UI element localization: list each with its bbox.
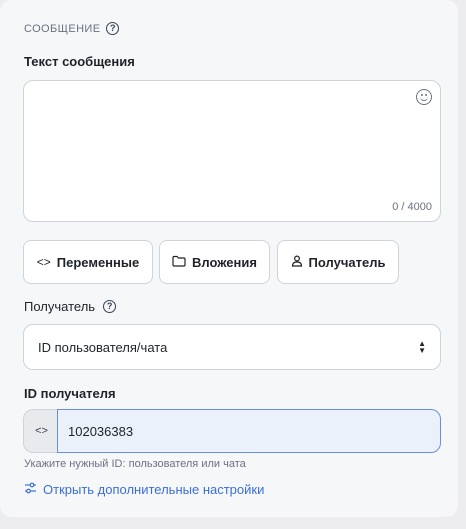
char-counter: 0 / 4000 bbox=[392, 201, 432, 213]
user-icon bbox=[291, 254, 303, 270]
message-card: СООБЩЕНИЕ ? Текст сообщения 0 / 4000 <> … bbox=[0, 0, 458, 517]
recipient-type-select[interactable]: ID пользователя/чата ▲ ▼ bbox=[23, 324, 441, 370]
section-header: СООБЩЕНИЕ ? bbox=[24, 22, 120, 35]
folder-icon bbox=[172, 255, 186, 270]
emoji-icon[interactable] bbox=[416, 89, 432, 105]
recipient-type-label: Получатель ? bbox=[24, 299, 117, 314]
recipient-id-group: <> bbox=[23, 409, 441, 453]
section-title: СООБЩЕНИЕ bbox=[24, 22, 101, 35]
sliders-icon bbox=[24, 482, 37, 497]
recipient-type-value: ID пользователя/чата bbox=[38, 339, 168, 355]
help-icon[interactable]: ? bbox=[103, 300, 117, 313]
attachments-button[interactable]: Вложения bbox=[159, 240, 270, 284]
recipient-id-hint: Укажите нужный ID: пользователя или чата bbox=[24, 458, 246, 470]
code-icon[interactable]: <> bbox=[23, 409, 59, 453]
recipient-button[interactable]: Получатель bbox=[277, 240, 399, 284]
recipient-id-input[interactable] bbox=[57, 409, 441, 453]
select-arrows-icon: ▲ ▼ bbox=[418, 339, 426, 355]
code-icon: <> bbox=[36, 255, 51, 269]
message-textarea[interactable]: 0 / 4000 bbox=[23, 80, 441, 222]
variables-button[interactable]: <> Переменные bbox=[23, 240, 153, 284]
advanced-settings-link[interactable]: Открыть дополнительные настройки bbox=[24, 482, 264, 497]
recipient-id-label: ID получателя bbox=[24, 386, 116, 401]
message-label: Текст сообщения bbox=[24, 54, 135, 69]
help-icon[interactable]: ? bbox=[106, 22, 120, 35]
